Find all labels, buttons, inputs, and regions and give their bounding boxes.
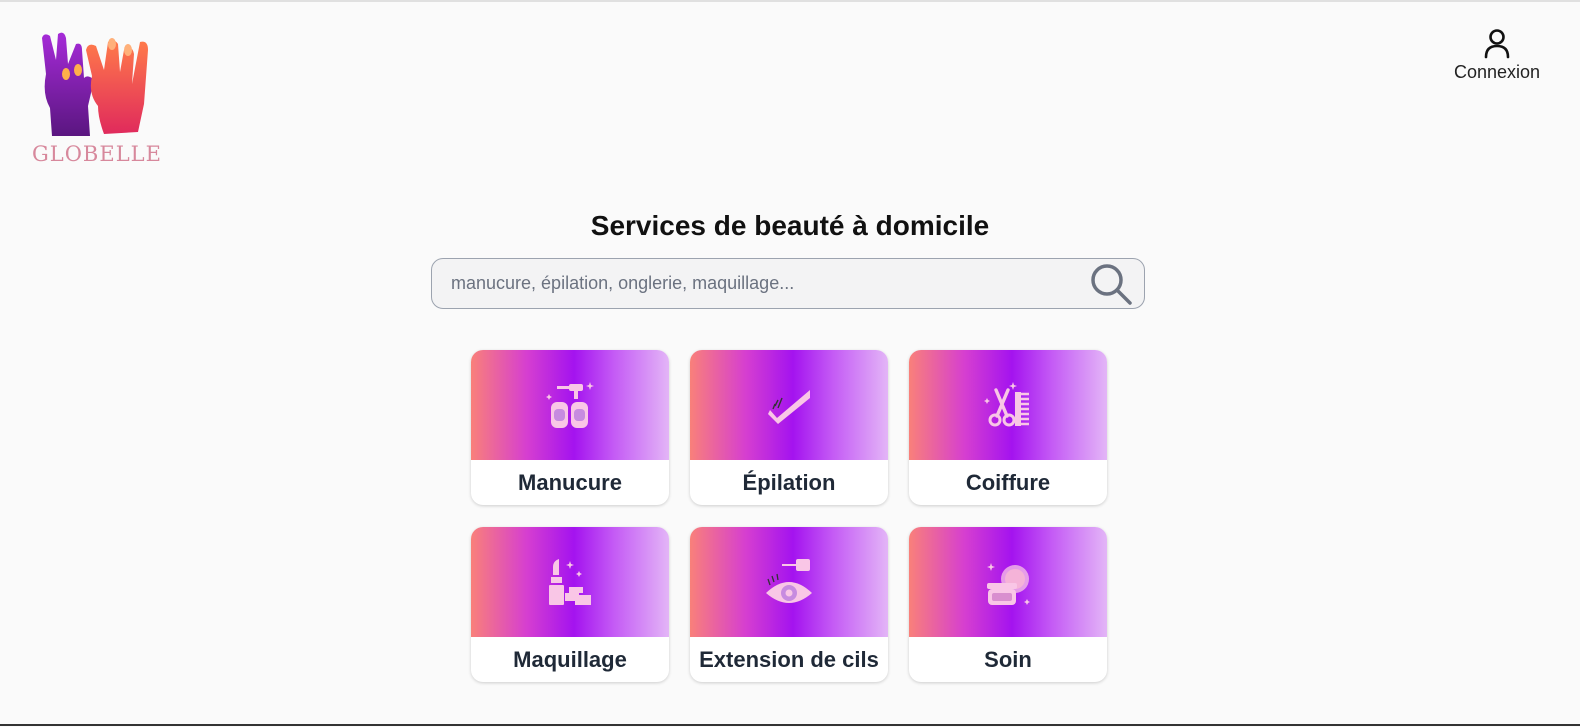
lipstick-icon xyxy=(549,559,591,605)
service-card-manucure[interactable]: Manucure xyxy=(471,350,669,505)
service-card-soin[interactable]: Soin xyxy=(909,527,1107,682)
service-label: Coiffure xyxy=(965,469,1051,495)
card-banner xyxy=(471,350,669,460)
brand-logo[interactable]: GLOBELLE xyxy=(28,30,162,168)
wax-strip-icon xyxy=(768,390,810,424)
page-divider xyxy=(0,724,1580,726)
card-banner xyxy=(690,350,888,460)
card-banner xyxy=(909,350,1107,460)
service-card-extension-cils[interactable]: Extension de cils xyxy=(690,527,888,682)
search-bar xyxy=(431,258,1145,309)
nail-polish-icon xyxy=(546,382,594,428)
eye-lash-icon xyxy=(766,559,812,603)
card-banner xyxy=(909,527,1107,637)
services-grid: Manucure Épilation Coiffure Maquillage E… xyxy=(471,350,1107,682)
scissors-comb-icon xyxy=(984,382,1029,427)
service-card-coiffure[interactable]: Coiffure xyxy=(909,350,1107,505)
hands-logo-icon xyxy=(42,32,148,136)
page-title: Services de beauté à domicile xyxy=(590,210,990,241)
cream-jar-icon xyxy=(987,563,1030,605)
search-input[interactable] xyxy=(432,259,1088,308)
login-button[interactable]: Connexion xyxy=(1442,28,1552,83)
card-banner xyxy=(690,527,888,637)
service-label: Épilation xyxy=(742,469,836,495)
search-icon[interactable] xyxy=(1088,261,1134,307)
service-label: Extension de cils xyxy=(699,646,879,672)
service-card-maquillage[interactable]: Maquillage xyxy=(471,527,669,682)
service-label: Manucure xyxy=(518,469,622,495)
card-banner xyxy=(471,527,669,637)
login-label: Connexion xyxy=(1453,62,1541,82)
user-icon xyxy=(1484,29,1510,59)
service-label: Maquillage xyxy=(513,646,627,672)
brand-logo-text: GLOBELLE xyxy=(32,142,162,166)
service-card-epilation[interactable]: Épilation xyxy=(690,350,888,505)
service-label: Soin xyxy=(984,646,1032,672)
